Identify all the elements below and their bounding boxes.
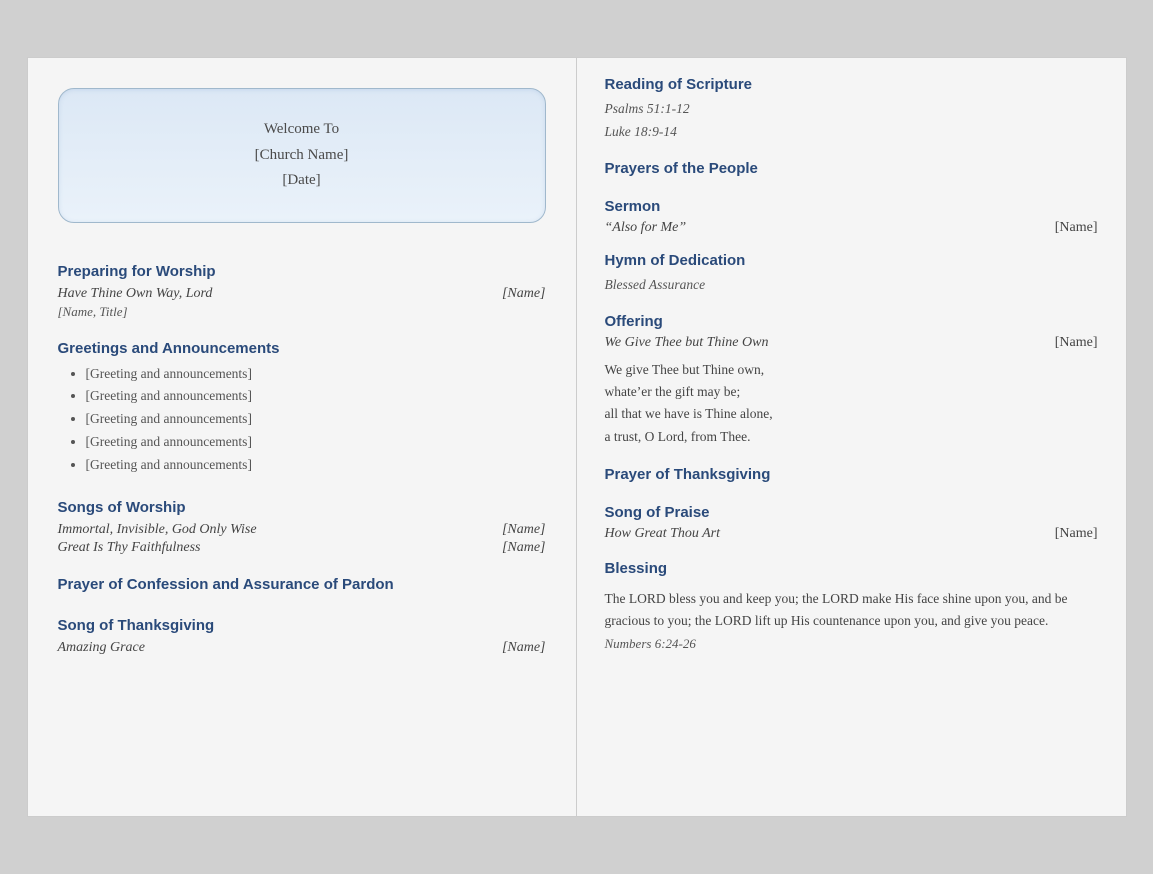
- sermon-title: “Also for Me”: [605, 220, 687, 236]
- song1-name: [Name]: [502, 522, 546, 538]
- page-container: Welcome To [Church Name] [Date] Preparin…: [27, 57, 1127, 817]
- praise-name: [Name]: [1055, 526, 1098, 542]
- preparing-heading: Preparing for Worship: [58, 263, 546, 280]
- offering-text: We give Thee but Thine own, whate’er the…: [605, 359, 1098, 448]
- left-column: Welcome To [Church Name] [Date] Preparin…: [28, 58, 577, 816]
- scripture2: Luke 18:9-14: [605, 121, 1098, 144]
- sermon-title-line: “Also for Me” [Name]: [605, 220, 1098, 236]
- blessing-ref: Numbers 6:24-26: [605, 636, 1098, 652]
- welcome-line1: Welcome To: [264, 121, 339, 137]
- thanksgiving-song-line: Amazing Grace [Name]: [58, 640, 546, 656]
- song1-line: Immortal, Invisible, God Only Wise [Name…: [58, 522, 546, 538]
- list-item: [Greeting and announcements]: [86, 431, 546, 454]
- offering-heading: Offering: [605, 313, 1098, 330]
- song1: Immortal, Invisible, God Only Wise: [58, 522, 257, 538]
- offering-line2: whate’er the gift may be;: [605, 384, 741, 399]
- offering-line4: a trust, O Lord, from Thee.: [605, 429, 751, 444]
- preparing-song: Have Thine Own Way, Lord: [58, 286, 213, 302]
- offering-song: We Give Thee but Thine Own: [605, 335, 769, 351]
- welcome-line2: [Church Name]: [255, 147, 349, 163]
- hymn-heading: Hymn of Dedication: [605, 252, 1098, 269]
- greetings-list: [Greeting and announcements] [Greeting a…: [58, 363, 546, 478]
- scripture1: Psalms 51:1-12: [605, 98, 1098, 121]
- song2-line: Great Is Thy Faithfulness [Name]: [58, 540, 546, 556]
- offering-song-line: We Give Thee but Thine Own [Name]: [605, 335, 1098, 351]
- blessing-text: The LORD bless you and keep you; the LOR…: [605, 588, 1098, 633]
- offering-line1: We give Thee but Thine own,: [605, 362, 765, 377]
- prayer-thanksgiving-heading: Prayer of Thanksgiving: [605, 466, 1098, 483]
- hymn-song: Blessed Assurance: [605, 274, 1098, 297]
- song2-name: [Name]: [502, 540, 546, 556]
- blessing-heading: Blessing: [605, 560, 1098, 577]
- greetings-heading: Greetings and Announcements: [58, 340, 546, 357]
- list-item: [Greeting and announcements]: [86, 454, 546, 477]
- list-item: [Greeting and announcements]: [86, 363, 546, 386]
- songs-heading: Songs of Worship: [58, 499, 546, 516]
- thanksgiving-heading: Song of Thanksgiving: [58, 617, 546, 634]
- song2: Great Is Thy Faithfulness: [58, 540, 201, 556]
- praise-song-line: How Great Thou Art [Name]: [605, 526, 1098, 542]
- preparing-song-line: Have Thine Own Way, Lord [Name]: [58, 286, 546, 302]
- list-item: [Greeting and announcements]: [86, 385, 546, 408]
- offering-line3: all that we have is Thine alone,: [605, 406, 773, 421]
- welcome-box: Welcome To [Church Name] [Date]: [58, 88, 546, 223]
- list-item: [Greeting and announcements]: [86, 408, 546, 431]
- thanksgiving-name: [Name]: [502, 640, 546, 656]
- welcome-line3: [Date]: [282, 172, 320, 188]
- scripture-heading: Reading of Scripture: [605, 76, 1098, 93]
- praise-heading: Song of Praise: [605, 504, 1098, 521]
- confession-heading: Prayer of Confession and Assurance of Pa…: [58, 576, 546, 593]
- sermon-heading: Sermon: [605, 198, 1098, 215]
- praise-song: How Great Thou Art: [605, 526, 721, 542]
- sermon-name: [Name]: [1055, 220, 1098, 236]
- preparing-subtitle: [Name, Title]: [58, 304, 546, 320]
- offering-name: [Name]: [1055, 335, 1098, 351]
- right-column: Reading of Scripture Psalms 51:1-12 Luke…: [577, 58, 1126, 816]
- thanksgiving-song: Amazing Grace: [58, 640, 146, 656]
- prayers-heading: Prayers of the People: [605, 160, 1098, 177]
- welcome-text: Welcome To [Church Name] [Date]: [79, 117, 525, 194]
- preparing-name: [Name]: [502, 286, 546, 302]
